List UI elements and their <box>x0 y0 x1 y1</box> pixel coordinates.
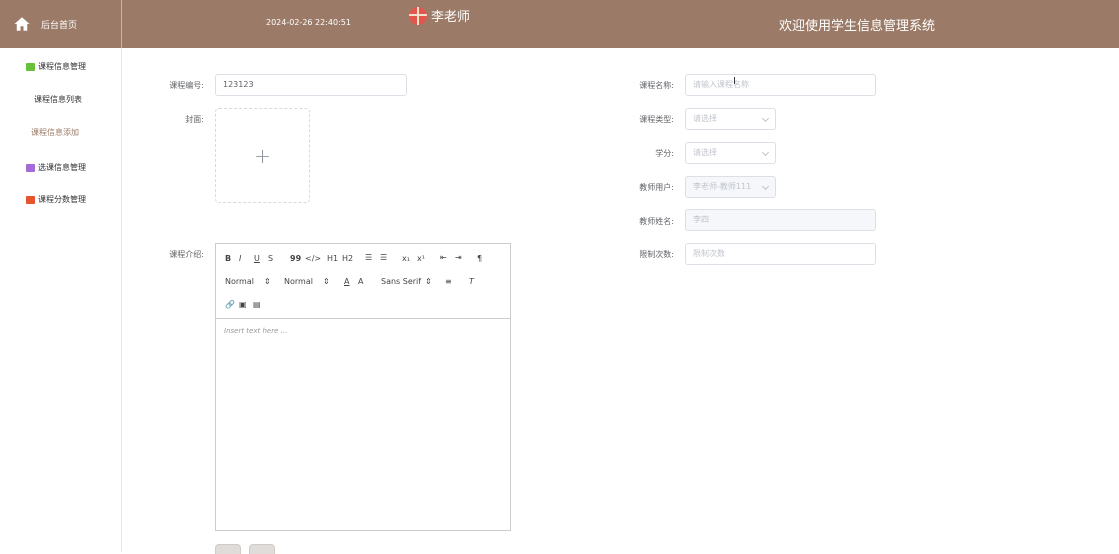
chevron-down-icon <box>761 148 770 157</box>
ordered-list-icon[interactable]: ☰ <box>365 253 372 262</box>
outdent-icon[interactable]: ⇤ <box>440 253 447 262</box>
course-code-input[interactable]: 123123 <box>215 74 407 96</box>
credit-label: 学分: <box>655 149 674 158</box>
plus-icon: + <box>254 143 271 168</box>
avatar <box>409 6 427 25</box>
sidebar-group-selection-info[interactable]: 选课信息管理 <box>26 162 86 173</box>
sidebar: 课程信息管理 课程信息列表 课程信息添加 选课信息管理 课程分数管理 <box>0 48 122 552</box>
sidebar-group-label: 选课信息管理 <box>38 163 86 172</box>
home-link[interactable]: 后台首页 <box>0 0 122 48</box>
header-select[interactable]: Normal <box>225 277 254 286</box>
background-color-icon[interactable]: A <box>358 277 363 286</box>
sidebar-group-label: 课程分数管理 <box>38 195 86 204</box>
teacher-name-label: 教师姓名: <box>639 217 674 226</box>
bold-button[interactable]: B <box>225 254 231 263</box>
size-select[interactable]: Normal <box>284 277 313 286</box>
top-header: 后台首页 2024-02-26 22:40:51 李老师 欢迎使用学生信息管理系… <box>0 0 1119 48</box>
chevron-updown-icon: ⇕ <box>323 277 330 286</box>
teacher-user-value: 李老师-教师111 <box>693 182 752 191</box>
indent-icon[interactable]: ⇥ <box>455 253 462 262</box>
credit-select[interactable]: 请选择 <box>685 142 776 164</box>
sidebar-group-course-info[interactable]: 课程信息管理 <box>26 61 86 72</box>
cover-label: 封面: <box>185 115 204 124</box>
teacher-name-input: 李四 <box>685 209 876 231</box>
editor-toolbar: B I U S 99 </> H1 H2 ☰ ☰ x₁ x¹ ⇤ ⇥ ¶ Nor… <box>216 244 510 319</box>
course-type-select[interactable]: 请选择 <box>685 108 776 130</box>
chevron-updown-icon: ⇕ <box>264 277 271 286</box>
cancel-button[interactable] <box>249 544 275 554</box>
course-type-label: 课程类型: <box>639 115 674 124</box>
video-icon[interactable]: ▤ <box>253 300 261 309</box>
system-title: 欢迎使用学生信息管理系统 <box>779 19 936 34</box>
cover-uploader[interactable]: + <box>215 108 310 203</box>
blockquote-button[interactable]: 99 <box>290 254 301 263</box>
course-code-label: 课程编号: <box>169 81 204 90</box>
image-icon[interactable]: ▣ <box>239 300 247 309</box>
rich-text-editor: B I U S 99 </> H1 H2 ☰ ☰ x₁ x¹ ⇤ ⇥ ¶ Nor… <box>215 243 511 531</box>
bullet-list-icon[interactable]: ☰ <box>380 253 387 262</box>
teacher-user-label: 教师用户: <box>639 183 674 192</box>
chevron-down-icon <box>761 114 770 123</box>
course-name-input[interactable]: 请输入课程名称 <box>685 74 876 96</box>
direction-icon[interactable]: ¶ <box>477 254 482 263</box>
chevron-updown-icon: ⇕ <box>425 277 432 286</box>
teacher-user-select: 李老师-教师111 <box>685 176 776 198</box>
home-icon <box>14 17 30 31</box>
header1-button[interactable]: H1 <box>327 254 338 263</box>
chat-icon <box>26 62 35 71</box>
sidebar-item-course-list[interactable]: 课程信息列表 <box>34 94 82 105</box>
sidebar-group-score[interactable]: 课程分数管理 <box>26 194 86 205</box>
clear-format-icon[interactable]: T <box>469 277 474 286</box>
link-icon[interactable]: 🔗 <box>225 300 235 309</box>
code-block-button[interactable]: </> <box>305 254 321 263</box>
underline-button[interactable]: U <box>254 254 260 263</box>
superscript-button[interactable]: x¹ <box>417 254 425 263</box>
grid-icon <box>26 195 35 204</box>
user-menu[interactable]: 李老师 <box>409 6 470 25</box>
italic-button[interactable]: I <box>239 254 241 263</box>
sidebar-group-label: 课程信息管理 <box>38 62 86 71</box>
chevron-down-icon <box>761 182 770 191</box>
font-select[interactable]: Sans Serif <box>381 277 421 286</box>
home-label: 后台首页 <box>41 20 78 31</box>
text-color-icon[interactable]: A <box>344 277 349 286</box>
credit-value: 请选择 <box>693 148 717 157</box>
editor-content[interactable]: Insert text here ... <box>216 319 510 343</box>
user-name: 李老师 <box>431 10 471 25</box>
align-icon[interactable]: ≡ <box>445 277 452 286</box>
sidebar-item-course-add[interactable]: 课程信息添加 <box>31 127 79 138</box>
course-name-label: 课程名称: <box>639 81 674 90</box>
course-intro-label: 课程介绍: <box>169 250 204 259</box>
header2-button[interactable]: H2 <box>342 254 353 263</box>
current-datetime: 2024-02-26 22:40:51 <box>266 18 351 27</box>
subscript-button[interactable]: x₁ <box>402 254 410 263</box>
strike-button[interactable]: S <box>268 254 273 263</box>
limit-count-label: 限制次数: <box>639 250 674 259</box>
box-icon <box>26 163 35 172</box>
limit-count-input[interactable]: 限制次数 <box>685 243 876 265</box>
text-cursor-icon: I <box>733 76 736 87</box>
submit-button[interactable] <box>215 544 241 554</box>
course-type-value: 请选择 <box>693 114 717 123</box>
